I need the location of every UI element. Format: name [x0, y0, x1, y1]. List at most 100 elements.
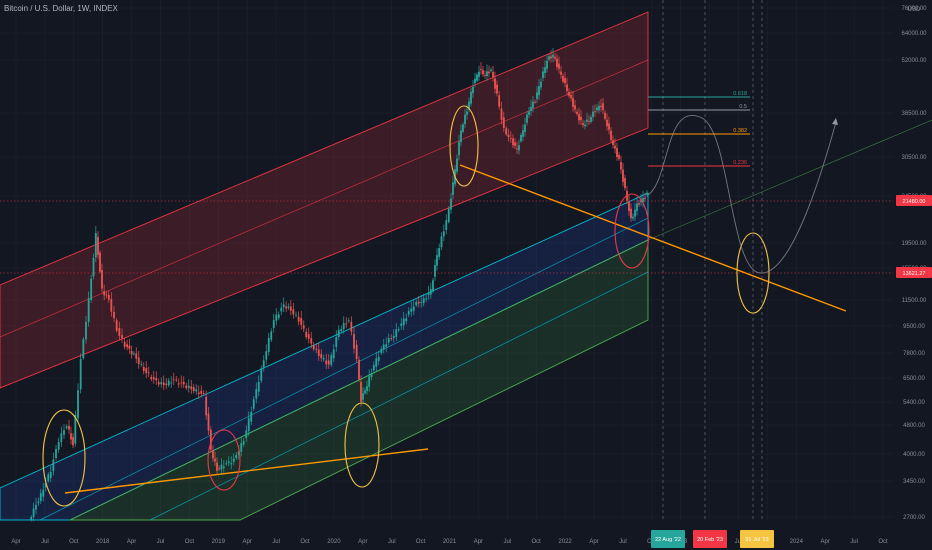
candle-body [614, 145, 616, 149]
fib-level-label: 0.382 [733, 128, 747, 134]
candle-body [502, 117, 505, 129]
candle-body [180, 382, 183, 384]
candle-body [400, 323, 403, 326]
candle-body [518, 145, 520, 151]
candle-body [130, 351, 133, 355]
candle-body [375, 358, 378, 367]
candle-body [262, 360, 265, 369]
time-tick-label: 2018 [96, 539, 110, 545]
candle-body [65, 426, 68, 429]
candle-body [52, 459, 55, 471]
candle-body [240, 443, 243, 452]
candle-body [87, 298, 90, 322]
candle-body [182, 381, 185, 385]
candle-body [548, 56, 550, 60]
candle-body [420, 301, 423, 303]
candle-body [317, 349, 320, 356]
time-tick-label: 2024 [790, 539, 804, 545]
candle-body [110, 299, 113, 312]
candle-body [79, 359, 82, 390]
candle-body [265, 351, 268, 360]
candle-body [285, 306, 288, 309]
candle-body [135, 353, 138, 359]
price-tick-label: 30500.00 [901, 155, 927, 161]
candle-body [99, 252, 101, 272]
candle-body [225, 463, 228, 465]
candle-body [60, 433, 63, 442]
candle-body [315, 348, 318, 350]
candle-body [385, 344, 388, 347]
time-tick-label: 2021 [443, 539, 457, 545]
candle-body [197, 392, 200, 395]
time-tick-label: Apr [589, 539, 598, 545]
candle-body [218, 468, 221, 470]
candle-body [372, 365, 375, 371]
candle-body [584, 124, 586, 127]
candle-body [190, 386, 193, 390]
candle-body [175, 379, 178, 381]
candle-body [632, 216, 634, 219]
candle-body [582, 123, 584, 126]
chart-area[interactable]: 0.618 0.5 0.382 0.236 76000.00 64000.00 52000… [0, 0, 932, 550]
candle-body [360, 381, 362, 402]
time-tick-label: Oct [416, 539, 426, 545]
candle-body [464, 114, 466, 125]
candle-body [220, 464, 223, 470]
candle-body [568, 91, 570, 96]
price-tick-label: 3450.00 [903, 479, 925, 485]
date-badge-text: 22 Aug '22 [655, 537, 681, 543]
candle-body [606, 119, 608, 127]
candle-body [524, 124, 526, 132]
current-price-text: 21480.00 [903, 199, 926, 205]
candle-body [380, 348, 383, 354]
candle-body [85, 321, 87, 340]
candle-body [232, 458, 235, 462]
candle-body [558, 63, 560, 69]
candle-body [35, 504, 37, 510]
candle-body [155, 378, 158, 381]
candle-body [442, 231, 445, 237]
candle-body [450, 198, 452, 210]
candle-body [32, 508, 35, 517]
candle-body [470, 91, 472, 104]
candle-body [342, 323, 345, 330]
candle-body [230, 463, 233, 465]
candle-body [570, 94, 572, 99]
candle-body [530, 106, 532, 112]
candle-body [185, 385, 188, 389]
candle-body [544, 67, 546, 74]
candle-body [113, 311, 115, 319]
candle-body [397, 329, 400, 331]
candle-body [187, 385, 190, 389]
candle-body [542, 71, 544, 79]
candle-body [608, 123, 610, 130]
price-tick-label: 4800.00 [903, 423, 925, 429]
candle-body [222, 466, 225, 469]
candle-body [335, 337, 338, 347]
candle-body [170, 382, 173, 384]
candle-body [325, 360, 328, 365]
candle-body [340, 328, 343, 332]
candle-body [345, 323, 348, 325]
candle-body [307, 334, 310, 339]
candle-body [72, 437, 74, 446]
candle-body [554, 56, 556, 59]
candle-body [392, 335, 395, 339]
time-tick-label: Jul [850, 539, 858, 545]
candle-body [305, 331, 308, 337]
candle-body [245, 430, 248, 439]
candle-body [534, 101, 536, 103]
candle-body [644, 197, 646, 199]
candle-body [90, 278, 93, 301]
candle-body [500, 108, 503, 120]
candle-body [604, 112, 606, 119]
chart-canvas[interactable]: 0.6180.50.3820.236 76000.0064000.0052000… [0, 0, 932, 550]
price-tick-label: 5400.00 [903, 400, 925, 406]
candle-body [107, 294, 110, 300]
candle-body [97, 236, 99, 255]
candle-body [92, 257, 95, 277]
candle-body [390, 338, 393, 339]
candle-body [227, 461, 230, 463]
candle-body [532, 101, 534, 109]
fib-level-label: 0.618 [733, 91, 747, 97]
